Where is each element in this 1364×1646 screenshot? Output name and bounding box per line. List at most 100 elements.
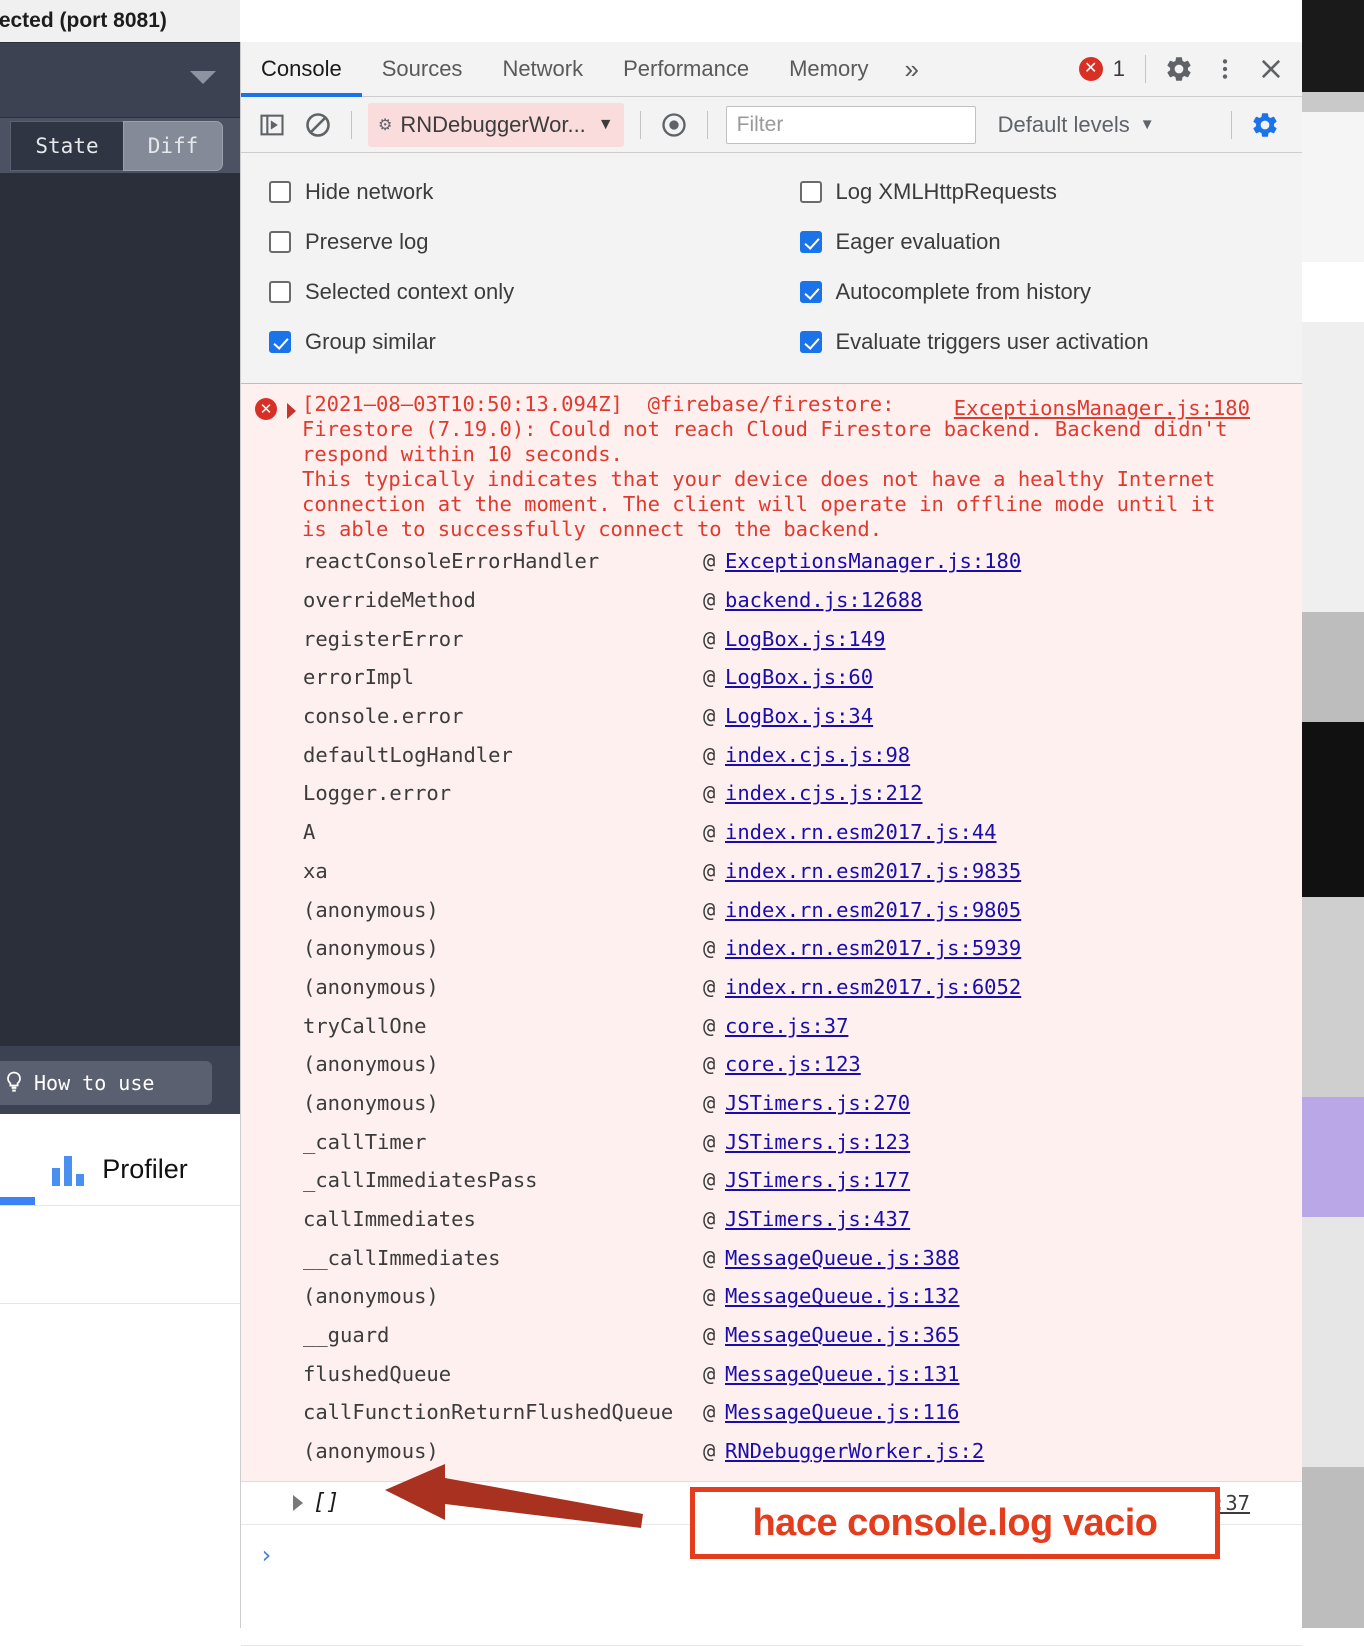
stack-frame-link[interactable]: JSTimers.js:437 (725, 1207, 910, 1231)
more-options-button[interactable] (1202, 42, 1248, 96)
stack-frame-link[interactable]: ExceptionsManager.js:180 (725, 549, 1021, 573)
stack-frame[interactable]: (anonymous) @ core.js:123 (241, 1045, 1302, 1084)
stack-frame-link[interactable]: MessageQueue.js:132 (725, 1284, 960, 1308)
error-count-badge[interactable]: ✕ 1 (1075, 56, 1135, 82)
stack-frame[interactable]: __guard @ MessageQueue.js:365 (241, 1316, 1302, 1355)
tab-sources[interactable]: Sources (362, 42, 483, 96)
stack-frame-link[interactable]: RNDebuggerWorker.js:2 (725, 1439, 984, 1463)
clear-console-button[interactable] (295, 98, 341, 152)
stack-frame-function: callFunctionReturnFlushedQueue (303, 1400, 674, 1425)
settings-button[interactable] (1156, 42, 1202, 96)
profiler-tab[interactable]: Profiler (0, 1114, 240, 1224)
stack-frame[interactable]: __callImmediates @ MessageQueue.js:388 (241, 1238, 1302, 1277)
stack-frame[interactable]: _callImmediatesPass @ JSTimers.js:177 (241, 1161, 1302, 1200)
stack-frame-link[interactable]: index.cjs.js:212 (725, 781, 922, 805)
stack-frame-link[interactable]: JSTimers.js:177 (725, 1168, 910, 1192)
stack-frame-link[interactable]: index.rn.esm2017.js:9805 (725, 898, 1021, 922)
stack-frame[interactable]: (anonymous) @ MessageQueue.js:132 (241, 1277, 1302, 1316)
stack-frame-link[interactable]: index.rn.esm2017.js:5939 (725, 936, 1021, 960)
tab-state[interactable]: State (10, 120, 123, 171)
profiler-label: Profiler (102, 1153, 188, 1184)
bar-chart-icon (52, 1152, 85, 1186)
tab-performance[interactable]: Performance (603, 42, 769, 96)
log-levels-selector[interactable]: Default levels ▼ (998, 112, 1155, 138)
stack-frame[interactable]: reactConsoleErrorHandler @ ExceptionsManag… (241, 542, 1302, 581)
checkbox[interactable] (269, 181, 291, 203)
stack-frame-at: @ (703, 1439, 716, 1464)
setting-log-xmlhttprequests[interactable]: Log XMLHttpRequests (799, 167, 1303, 217)
stack-frame[interactable]: callImmediates @ JSTimers.js:437 (241, 1200, 1302, 1239)
how-to-use-button[interactable]: How to use (0, 1061, 212, 1105)
stack-frame-link[interactable]: core.js:37 (725, 1014, 848, 1038)
stack-frame-link[interactable]: MessageQueue.js:365 (725, 1323, 960, 1347)
stack-frame[interactable]: (anonymous) @ RNDebuggerWorker.js:2 (241, 1432, 1302, 1471)
console-settings-button[interactable] (1242, 98, 1288, 152)
stack-frame[interactable]: (anonymous) @ index.rn.esm2017.js:6052 (241, 968, 1302, 1007)
filter-input[interactable]: Filter (725, 105, 976, 144)
stack-frame-link[interactable]: MessageQueue.js:116 (725, 1400, 960, 1424)
error-source-link[interactable]: ExceptionsManager.js:180 (954, 396, 1250, 420)
stack-frame[interactable]: (anonymous) @ JSTimers.js:270 (241, 1084, 1302, 1123)
console-toolbar: ⚙ RNDebuggerWor... ▼ Filter Default leve… (241, 97, 1302, 153)
setting-preserve-log[interactable]: Preserve log (269, 217, 772, 267)
checkbox[interactable] (799, 281, 822, 303)
stack-frame[interactable]: defaultLogHandler @ index.cjs.js:98 (241, 735, 1302, 774)
collapsed-triangle-icon[interactable] (293, 1494, 303, 1511)
stack-frame[interactable]: overrideMethod @ backend.js:12688 (241, 581, 1302, 620)
more-tabs-button[interactable]: » (889, 42, 935, 96)
setting-label: Eager evaluation (835, 229, 1001, 254)
error-circle-icon: ✕ (255, 398, 277, 420)
tab-console[interactable]: Console (241, 42, 362, 97)
setting-eager-evaluation[interactable]: Eager evaluation (799, 217, 1303, 267)
setting-hide-network[interactable]: Hide network (269, 167, 772, 217)
checkbox[interactable] (799, 331, 822, 353)
stack-frame-link[interactable]: backend.js:12688 (725, 588, 922, 612)
setting-selected-context-only[interactable]: Selected context only (269, 267, 772, 317)
expanded-triangle-icon[interactable] (287, 403, 296, 419)
chevron-down-icon[interactable] (190, 71, 216, 84)
execution-context-selector[interactable]: ⚙ RNDebuggerWor... ▼ (368, 102, 624, 147)
stack-frame-link[interactable]: core.js:123 (725, 1052, 861, 1076)
stack-frame-link[interactable]: LogBox.js:149 (725, 627, 885, 651)
close-devtools-button[interactable] (1248, 42, 1294, 96)
stack-frame[interactable]: A @ index.rn.esm2017.js:44 (241, 813, 1302, 852)
stack-frame[interactable]: errorImpl @ LogBox.js:60 (241, 658, 1302, 697)
tab-diff[interactable]: Diff (123, 120, 223, 171)
stack-frame[interactable]: registerError @ LogBox.js:149 (241, 619, 1302, 658)
stack-frame[interactable]: tryCallOne @ core.js:37 (241, 1006, 1302, 1045)
stack-frame-link[interactable]: JSTimers.js:123 (725, 1130, 910, 1154)
checkbox[interactable] (269, 331, 291, 353)
stack-frame[interactable]: _callTimer @ JSTimers.js:123 (241, 1122, 1302, 1161)
setting-group-similar[interactable]: Group similar (269, 317, 772, 367)
stack-frame[interactable]: console.error @ LogBox.js:34 (241, 697, 1302, 736)
tab-memory[interactable]: Memory (769, 42, 888, 96)
stack-frame[interactable]: callFunctionReturnFlushedQueue @ MessageQu… (241, 1393, 1302, 1432)
setting-evaluate-triggers-user-activation[interactable]: Evaluate triggers user activation (799, 317, 1303, 367)
background-segment (1302, 722, 1364, 897)
stack-frame-link[interactable]: LogBox.js:34 (725, 704, 873, 728)
background-segment (1302, 1467, 1364, 1628)
stack-frame-link[interactable]: MessageQueue.js:131 (725, 1362, 960, 1386)
checkbox[interactable] (799, 231, 822, 253)
stack-frame-link[interactable]: index.cjs.js:98 (725, 743, 910, 767)
stack-frame[interactable]: (anonymous) @ index.rn.esm2017.js:5939 (241, 929, 1302, 968)
checkbox[interactable] (269, 281, 291, 303)
stack-frame-link[interactable]: index.rn.esm2017.js:44 (725, 820, 997, 844)
stack-frame[interactable]: xa @ index.rn.esm2017.js:9835 (241, 852, 1302, 891)
stack-frame-link[interactable]: MessageQueue.js:388 (725, 1246, 960, 1270)
console-error-entry[interactable]: ✕ [2021–08–03T10:50:13.094Z] @firebase/f… (241, 384, 1302, 1482)
checkbox[interactable] (799, 181, 822, 203)
stack-frame[interactable]: (anonymous) @ index.rn.esm2017.js:9805 (241, 890, 1302, 929)
stack-frame[interactable]: flushedQueue @ MessageQueue.js:131 (241, 1354, 1302, 1393)
step-into-button[interactable] (249, 98, 295, 152)
stack-frame-link[interactable]: index.rn.esm2017.js:6052 (725, 975, 1021, 999)
background-segment (1302, 1217, 1364, 1467)
stack-frame-link[interactable]: index.rn.esm2017.js:9835 (725, 859, 1021, 883)
setting-autocomplete-from-history[interactable]: Autocomplete from history (799, 267, 1303, 317)
stack-frame[interactable]: Logger.error @ index.cjs.js:212 (241, 774, 1302, 813)
live-expression-button[interactable] (651, 98, 697, 152)
stack-frame-link[interactable]: JSTimers.js:270 (725, 1091, 910, 1115)
stack-frame-link[interactable]: LogBox.js:60 (725, 665, 873, 689)
checkbox[interactable] (269, 231, 291, 253)
tab-network[interactable]: Network (482, 42, 603, 96)
